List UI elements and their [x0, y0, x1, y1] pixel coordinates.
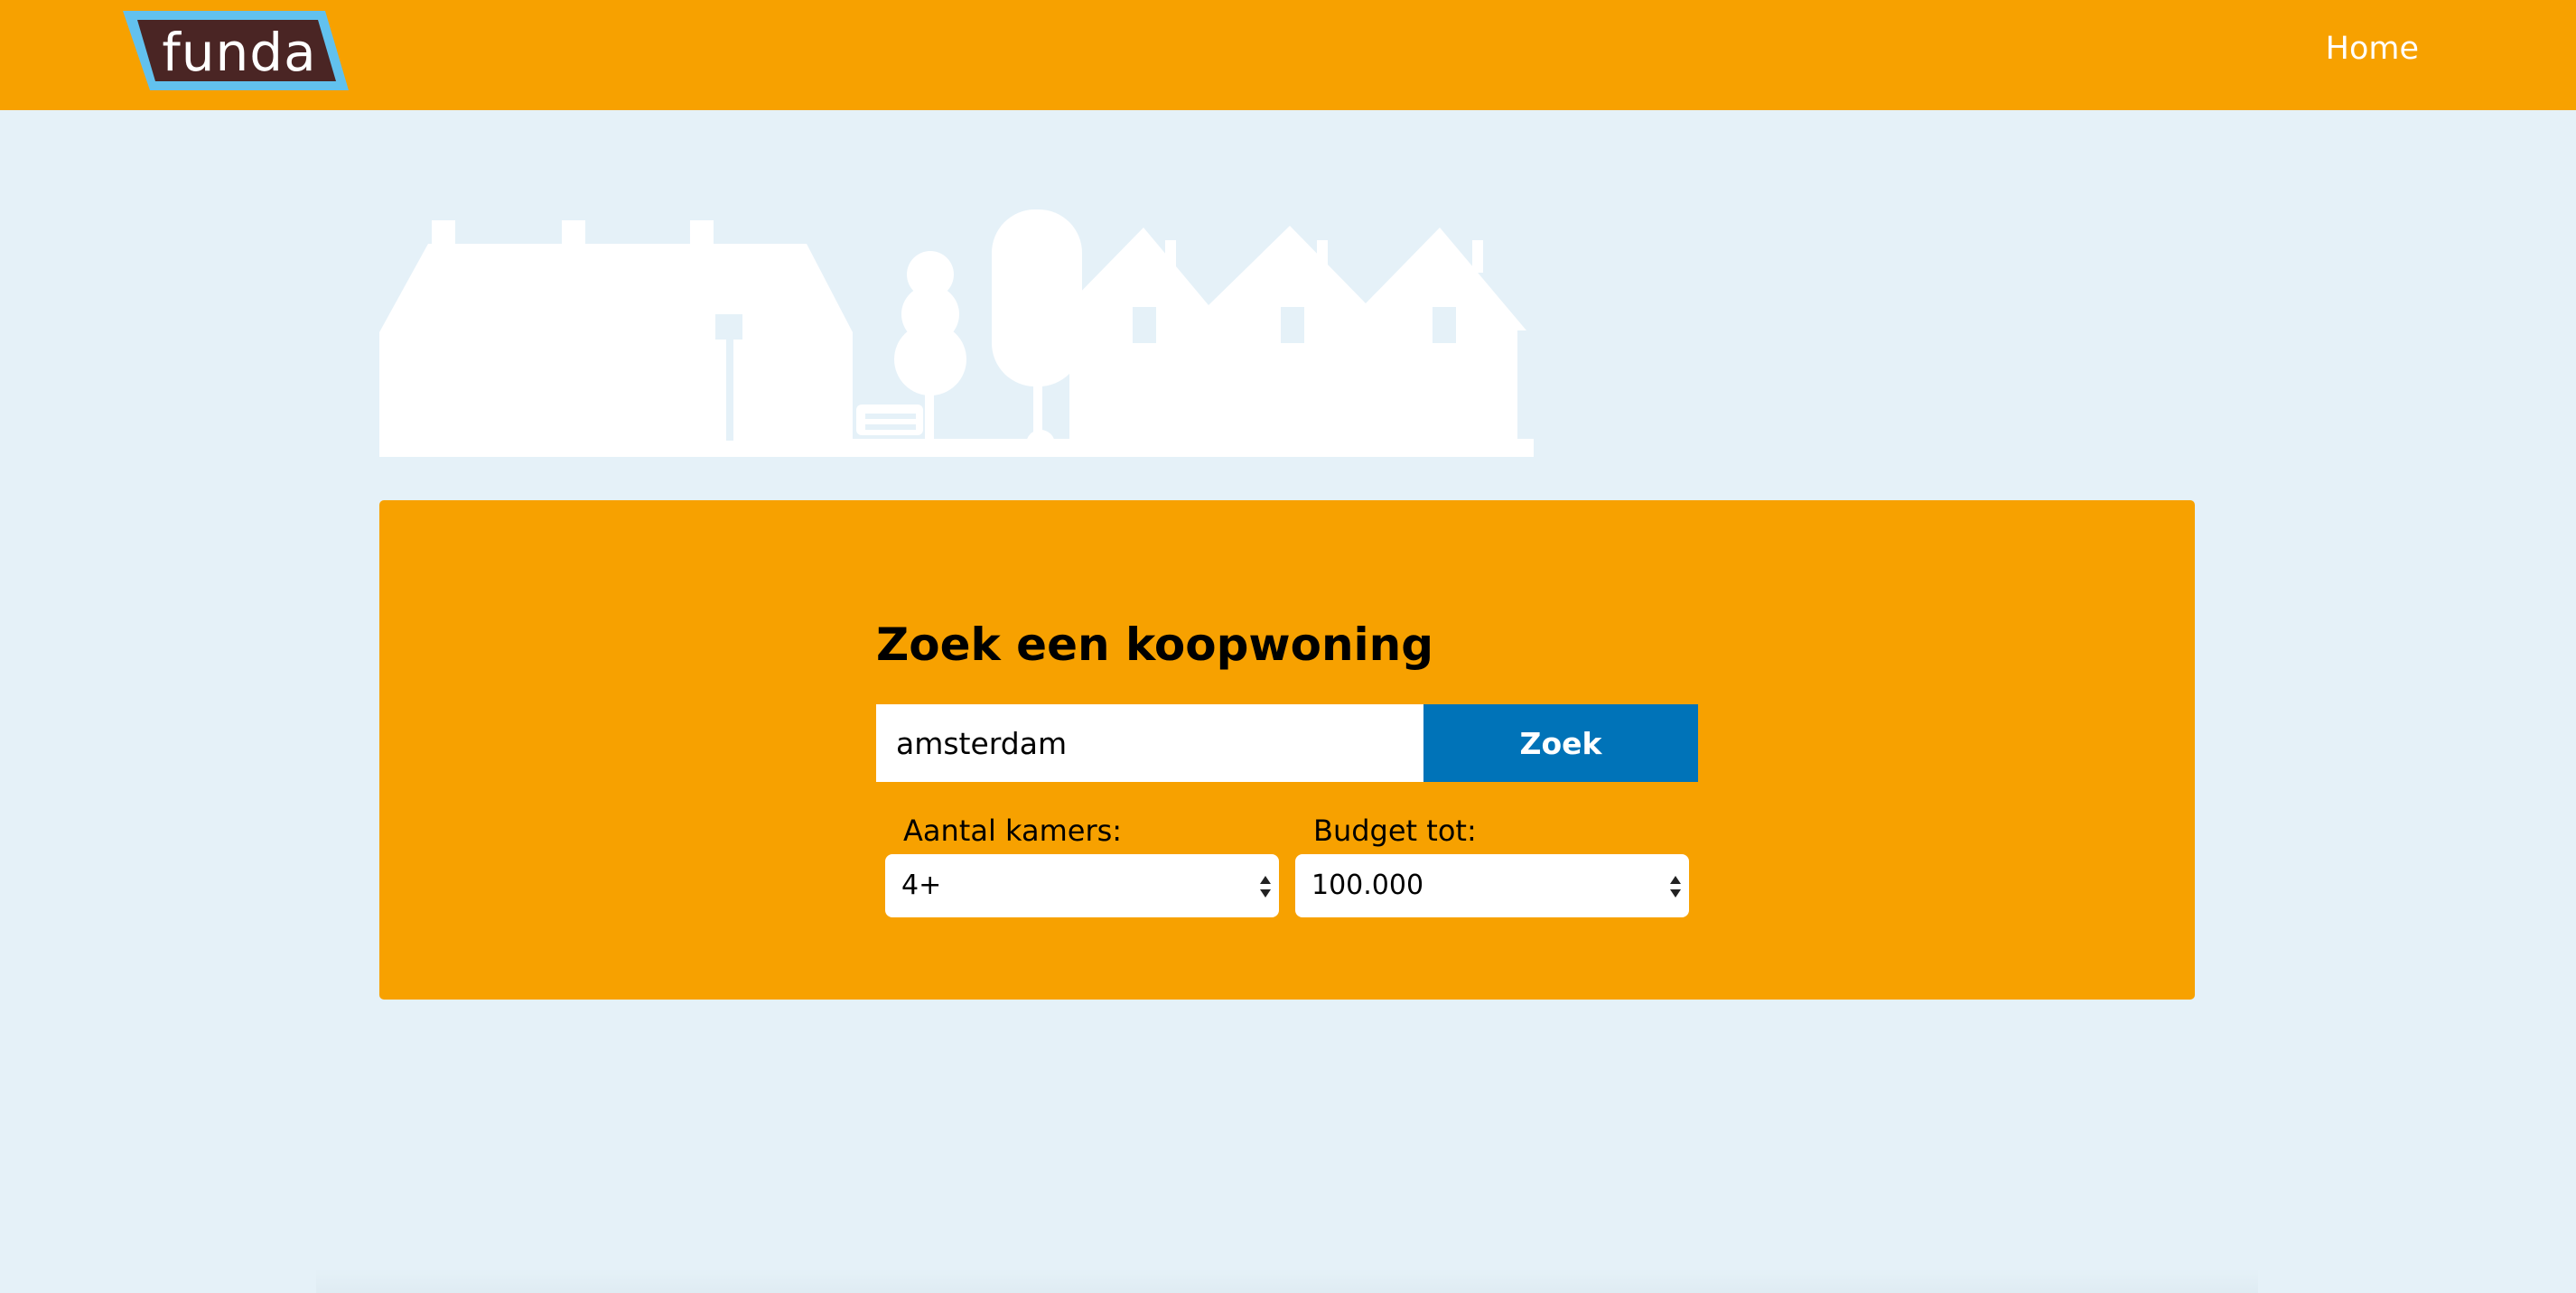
funda-logo[interactable]: funda [119, 9, 352, 96]
budget-select[interactable]: 100.000 [1295, 854, 1689, 917]
search-button[interactable]: Zoek [1423, 704, 1698, 782]
footer-shadow [316, 1269, 2258, 1293]
select-arrows-icon [1670, 876, 1681, 898]
rooms-label: Aantal kamers: [903, 814, 1123, 848]
search-row: Zoek [876, 704, 1698, 782]
rooms-filter: Aantal kamers: 4+ [885, 813, 1279, 917]
logo-text: funda [162, 22, 317, 83]
search-panel: Zoek een koopwoning Zoek Aantal kamers: … [379, 500, 2195, 1000]
rooms-select[interactable]: 4+ [885, 854, 1279, 917]
rooms-selected-value: 4+ [901, 870, 942, 901]
nav-home-link[interactable]: Home [2326, 31, 2419, 67]
budget-filter: Budget tot: 100.000 [1295, 813, 1689, 917]
search-title: Zoek een koopwoning [876, 619, 1434, 671]
search-form: Zoek een koopwoning Zoek Aantal kamers: … [876, 612, 1698, 917]
budget-label: Budget tot: [1313, 814, 1477, 848]
select-arrows-icon [1260, 876, 1271, 898]
search-input[interactable] [876, 704, 1423, 782]
budget-selected-value: 100.000 [1311, 870, 1424, 901]
top-navigation-bar: funda Home [0, 0, 2576, 110]
skyline-illustration [379, 209, 1534, 457]
